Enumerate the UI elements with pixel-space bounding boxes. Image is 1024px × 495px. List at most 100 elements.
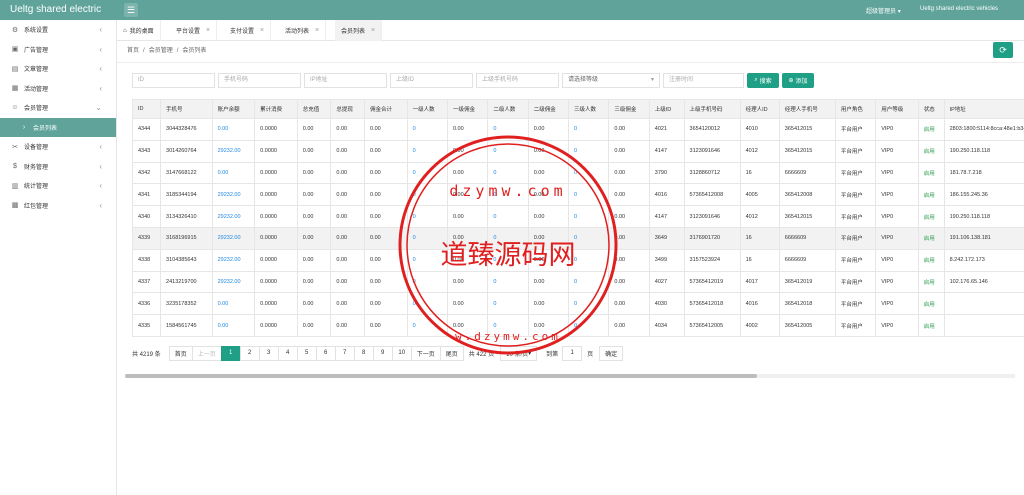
table-cell[interactable]: 0 bbox=[568, 139, 610, 163]
table-cell[interactable]: 0.00 bbox=[211, 314, 256, 337]
close-icon[interactable]: × bbox=[206, 27, 210, 34]
company-label[interactable]: Ueltg shared electric vehicles bbox=[920, 6, 998, 12]
filter-parent-phone-input[interactable]: 上级手机号码 bbox=[476, 73, 559, 88]
table-row[interactable]: 4337 2413219700 29232.00 0.0000 0.00 0.00 0.00… bbox=[132, 270, 1024, 294]
table-cell[interactable]: 启用 bbox=[917, 183, 945, 207]
refresh-button[interactable]: ⟳ bbox=[993, 42, 1013, 58]
table-cell[interactable]: 0 bbox=[568, 205, 610, 228]
pager-page-button[interactable]: 5 bbox=[296, 345, 317, 361]
table-cell[interactable]: 0 bbox=[406, 270, 448, 294]
pager-page-button[interactable]: 2 bbox=[239, 345, 260, 361]
pager-page-button[interactable]: 1 bbox=[220, 345, 241, 361]
search-button[interactable]: ⌕ 搜索 bbox=[747, 73, 779, 88]
tab-5[interactable]: 会员列表 × bbox=[335, 20, 383, 41]
table-cell[interactable]: 0 bbox=[406, 183, 448, 207]
table-cell[interactable]: 0 bbox=[487, 118, 529, 141]
table-row[interactable]: 4335 1584561745 0.00 0.0000 0.00 0.00 0.00 0 0.0… bbox=[132, 314, 1024, 337]
table-cell[interactable]: 启用 bbox=[917, 292, 945, 316]
add-button[interactable]: ⊕ 添加 bbox=[782, 73, 814, 88]
sidebar-item-6[interactable]: › 会员列表 bbox=[0, 117, 116, 137]
table-cell[interactable]: 启用 bbox=[917, 139, 945, 163]
table-cell[interactable]: 0 bbox=[487, 183, 529, 207]
table-cell[interactable]: 启用 bbox=[917, 314, 945, 337]
pager-page-button[interactable]: 9 bbox=[372, 345, 393, 361]
filter-level-select[interactable]: 请选择等级 ▾ bbox=[562, 73, 660, 88]
pager-last-button[interactable]: 尾页 bbox=[439, 345, 464, 361]
table-cell[interactable]: 0 bbox=[568, 248, 610, 272]
table-row[interactable]: 4344 3044328476 0.00 0.0000 0.00 0.00 0.00 0 0.0… bbox=[132, 118, 1024, 141]
filter-parent-id-input[interactable]: 上级ID bbox=[390, 73, 473, 88]
breadcrumb-item[interactable]: 会员管理 bbox=[149, 48, 173, 54]
table-cell[interactable]: 29232.00 bbox=[211, 226, 256, 250]
table-cell[interactable]: 0.00 bbox=[211, 292, 256, 316]
hamburger-icon[interactable]: ☰ bbox=[124, 3, 138, 17]
breadcrumb-item[interactable]: 首页 bbox=[127, 48, 139, 54]
table-row[interactable]: 4341 3185344194 29232.00 0.0000 0.00 0.00 0.00… bbox=[132, 183, 1024, 207]
table-row[interactable]: 4342 3147668122 0.00 0.0000 0.00 0.00 0.00 0 0.0… bbox=[132, 161, 1024, 185]
table-cell[interactable]: 0.00 bbox=[211, 161, 256, 185]
table-row[interactable]: 4338 3104385643 29232.00 0.0000 0.00 0.00 0.00… bbox=[132, 248, 1024, 272]
per-page-select[interactable]: 10 条/页 ▾ bbox=[500, 345, 538, 361]
table-cell[interactable]: 0 bbox=[406, 314, 448, 337]
sidebar-item-5[interactable]: ☺ 会员管理 ⌄ bbox=[0, 98, 116, 118]
table-cell[interactable]: 0 bbox=[406, 139, 448, 163]
tab-2[interactable]: 平台设置 × bbox=[170, 20, 218, 41]
table-cell[interactable]: 0 bbox=[487, 270, 529, 294]
table-cell[interactable]: 0 bbox=[568, 314, 610, 337]
filter-ip-input[interactable]: IP地址 bbox=[304, 73, 387, 88]
table-cell[interactable]: 0 bbox=[406, 248, 448, 272]
table-cell[interactable]: 启用 bbox=[917, 226, 945, 250]
pager-page-button[interactable]: 3 bbox=[258, 345, 279, 361]
sidebar-item-1[interactable]: ⚙ 系统设置 ‹ bbox=[0, 20, 116, 40]
table-cell[interactable]: 29232.00 bbox=[211, 270, 256, 294]
pager-prev-button[interactable]: 上一页 bbox=[191, 345, 222, 361]
table-cell[interactable]: 0 bbox=[406, 161, 448, 185]
close-icon[interactable]: × bbox=[315, 27, 319, 34]
table-cell[interactable]: 启用 bbox=[917, 248, 945, 272]
table-cell[interactable]: 29232.00 bbox=[211, 183, 256, 207]
breadcrumb-item[interactable]: 会员列表 bbox=[182, 48, 206, 54]
table-cell[interactable]: 29232.00 bbox=[211, 139, 256, 163]
sidebar-item-10[interactable]: ▩ 红包管理 ‹ bbox=[0, 196, 116, 216]
admin-user-menu[interactable]: 超级管理员 ▾ bbox=[866, 6, 901, 15]
table-cell[interactable]: 0 bbox=[487, 139, 529, 163]
tab-1[interactable]: ⌂ 我的桌面 bbox=[117, 20, 161, 41]
table-cell[interactable]: 0 bbox=[487, 314, 529, 337]
table-cell[interactable]: 启用 bbox=[917, 270, 945, 294]
pager-page-button[interactable]: 10 bbox=[391, 345, 412, 361]
table-cell[interactable]: 0 bbox=[487, 292, 529, 316]
table-cell[interactable]: 0 bbox=[406, 226, 448, 250]
pager-confirm-button[interactable]: 确定 bbox=[599, 345, 624, 361]
table-cell[interactable]: 0 bbox=[568, 226, 610, 250]
pager-page-button[interactable]: 7 bbox=[334, 345, 355, 361]
sidebar-item-2[interactable]: ▣ 广告管理 ‹ bbox=[0, 40, 116, 60]
table-cell[interactable]: 0 bbox=[487, 205, 529, 228]
pager-page-button[interactable]: 4 bbox=[277, 345, 298, 361]
table-cell[interactable]: 启用 bbox=[917, 118, 945, 141]
horizontal-scrollbar[interactable] bbox=[125, 374, 1015, 378]
table-cell[interactable]: 启用 bbox=[917, 205, 945, 228]
pager-goto-input[interactable]: 1 bbox=[562, 345, 583, 361]
pager-page-button[interactable]: 6 bbox=[315, 345, 336, 361]
tab-3[interactable]: 支付设置 × bbox=[224, 20, 272, 41]
filter-id-input[interactable]: ID bbox=[132, 73, 215, 88]
table-cell[interactable]: 0 bbox=[568, 270, 610, 294]
scrollbar-thumb[interactable] bbox=[125, 374, 757, 378]
close-icon[interactable]: × bbox=[371, 27, 375, 34]
table-cell[interactable]: 0 bbox=[568, 183, 610, 207]
table-cell[interactable]: 0.00 bbox=[211, 118, 256, 141]
table-cell[interactable]: 0 bbox=[487, 161, 529, 185]
table-cell[interactable]: 0 bbox=[487, 248, 529, 272]
table-cell[interactable]: 0 bbox=[487, 226, 529, 250]
table-cell[interactable]: 0 bbox=[406, 118, 448, 141]
pager-page-button[interactable]: 8 bbox=[353, 345, 374, 361]
pager-first-button[interactable]: 首页 bbox=[168, 345, 193, 361]
filter-reg-time-input[interactable]: 注册时间 bbox=[663, 73, 744, 88]
table-row[interactable]: 4340 3134326410 29232.00 0.0000 0.00 0.00 0.00… bbox=[132, 205, 1024, 228]
sidebar-item-8[interactable]: $ 财务管理 ‹ bbox=[0, 157, 116, 177]
table-cell[interactable]: 29232.00 bbox=[211, 205, 256, 228]
table-cell[interactable]: 0 bbox=[568, 118, 610, 141]
table-row[interactable]: 4339 3168196915 29232.00 0.0000 0.00 0.00 0.00… bbox=[132, 226, 1024, 250]
tab-4[interactable]: 活动列表 × bbox=[279, 20, 327, 41]
close-icon[interactable]: × bbox=[260, 27, 264, 34]
